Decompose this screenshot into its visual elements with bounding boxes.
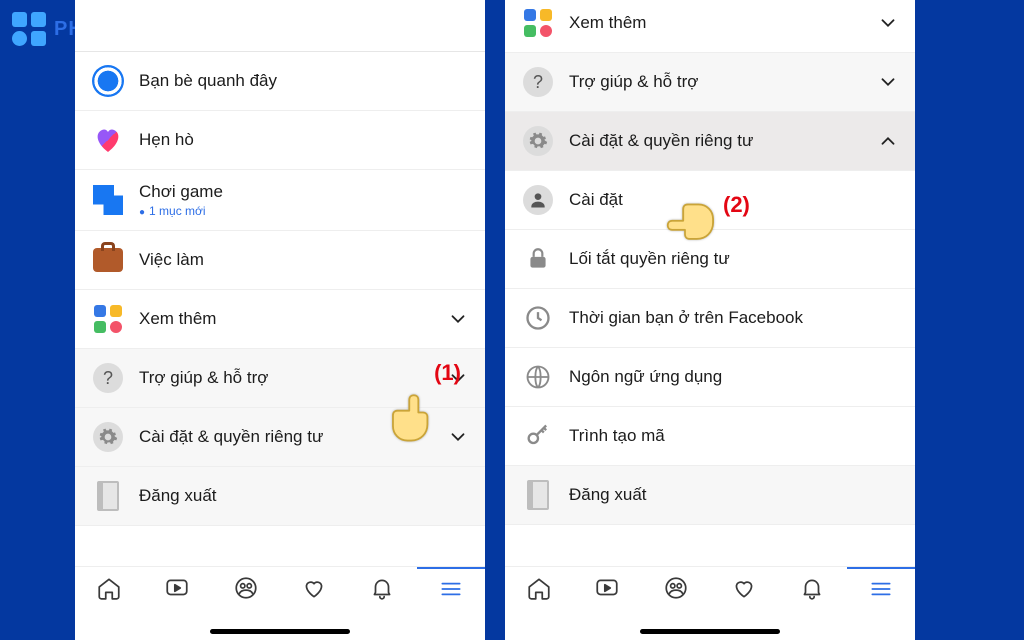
door-icon bbox=[521, 478, 555, 512]
menu-label: Trợ giúp & hỗ trợ bbox=[139, 368, 433, 388]
pointer-hand-2-icon bbox=[661, 195, 724, 253]
bottom-nav bbox=[75, 566, 485, 614]
nav-tab-notifications[interactable] bbox=[348, 567, 416, 614]
menu-item-see-more[interactable]: Xem thêm bbox=[75, 290, 485, 349]
game-icon bbox=[91, 183, 125, 217]
nav-tab-menu[interactable] bbox=[847, 567, 915, 614]
gear-icon bbox=[91, 420, 125, 454]
menu-label: Hẹn hò bbox=[139, 130, 469, 150]
nav-tab-watch[interactable] bbox=[143, 567, 211, 614]
nav-tab-dating[interactable] bbox=[280, 567, 348, 614]
briefcase-icon bbox=[91, 243, 125, 277]
menu-icon bbox=[438, 576, 464, 607]
menu-label: Đăng xuất bbox=[139, 486, 469, 506]
callout-1: (1) bbox=[434, 360, 461, 386]
groups-icon bbox=[233, 575, 259, 606]
nav-tab-notifications[interactable] bbox=[778, 567, 846, 614]
menu-item-app-language[interactable]: Ngôn ngữ ứng dụng bbox=[505, 348, 915, 407]
menu-label: Xem thêm bbox=[569, 13, 863, 33]
bottom-nav bbox=[505, 566, 915, 614]
menu-item-friends-nearby[interactable]: Bạn bè quanh đây bbox=[75, 52, 485, 111]
person-icon bbox=[521, 183, 555, 217]
menu-label: Ngôn ngữ ứng dụng bbox=[569, 367, 899, 387]
chevron-down-icon bbox=[877, 12, 899, 34]
globe-icon bbox=[521, 360, 555, 394]
nav-tab-watch[interactable] bbox=[573, 567, 641, 614]
chevron-down-icon bbox=[447, 308, 469, 330]
home-icon bbox=[526, 575, 552, 606]
panel-top-crop bbox=[75, 0, 485, 52]
menu-item-settings-privacy[interactable]: Cài đặt & quyền riêng tư bbox=[505, 112, 915, 171]
menu-label: Lối tắt quyền riêng tư bbox=[569, 249, 899, 269]
menu-label: Cài đặt & quyền riêng tư bbox=[569, 131, 863, 151]
menu-sublabel: 1 mục mới bbox=[139, 204, 469, 218]
groups-icon bbox=[663, 575, 689, 606]
notifications-icon bbox=[369, 575, 395, 606]
door-icon bbox=[91, 479, 125, 513]
gear-icon bbox=[521, 124, 555, 158]
menu-label: Trình tạo mã bbox=[569, 426, 899, 446]
menu-label: Xem thêm bbox=[139, 309, 433, 329]
menu-item-logout[interactable]: Đăng xuất bbox=[505, 466, 915, 525]
callout-2: (2) bbox=[723, 192, 750, 218]
menu-item-logout[interactable]: Đăng xuất bbox=[75, 467, 485, 526]
friends-icon bbox=[91, 64, 125, 98]
nav-tab-menu[interactable] bbox=[417, 567, 485, 614]
facebook-menu-panel-left: Bạn bè quanh đây Hẹn hò Chơi game 1 mục … bbox=[75, 0, 485, 640]
dating-icon bbox=[301, 575, 327, 606]
menu-item-gaming[interactable]: Chơi game 1 mục mới bbox=[75, 170, 485, 231]
tiles-icon bbox=[91, 302, 125, 336]
menu-label: Việc làm bbox=[139, 250, 469, 270]
menu-icon bbox=[868, 576, 894, 607]
question-icon: ? bbox=[91, 361, 125, 395]
menu-item-help[interactable]: ? Trợ giúp & hỗ trợ bbox=[505, 53, 915, 112]
nav-tab-groups[interactable] bbox=[212, 567, 280, 614]
nav-tab-home[interactable] bbox=[75, 567, 143, 614]
chevron-down-icon bbox=[877, 71, 899, 93]
watch-icon bbox=[594, 575, 620, 606]
menu-item-your-time[interactable]: Thời gian bạn ở trên Facebook bbox=[505, 289, 915, 348]
home-indicator bbox=[210, 629, 350, 634]
nav-tab-home[interactable] bbox=[505, 567, 573, 614]
menu-item-jobs[interactable]: Việc làm bbox=[75, 231, 485, 290]
heart-icon bbox=[91, 123, 125, 157]
nav-tab-dating[interactable] bbox=[710, 567, 778, 614]
notifications-icon bbox=[799, 575, 825, 606]
watch-icon bbox=[164, 575, 190, 606]
menu-item-see-more[interactable]: Xem thêm bbox=[505, 0, 915, 53]
menu-label: Thời gian bạn ở trên Facebook bbox=[569, 308, 899, 328]
tiles-icon bbox=[521, 6, 555, 40]
menu-item-dating[interactable]: Hẹn hò bbox=[75, 111, 485, 170]
question-icon: ? bbox=[521, 65, 555, 99]
dating-icon bbox=[731, 575, 757, 606]
clock-icon bbox=[521, 301, 555, 335]
facebook-menu-panel-right: Xem thêm ? Trợ giúp & hỗ trợ Cài đặt & q… bbox=[505, 0, 915, 640]
chevron-up-icon bbox=[877, 130, 899, 152]
menu-label: Bạn bè quanh đây bbox=[139, 71, 469, 91]
nav-tab-groups[interactable] bbox=[642, 567, 710, 614]
key-icon bbox=[521, 419, 555, 453]
menu-label: Trợ giúp & hỗ trợ bbox=[569, 72, 863, 92]
menu-item-code-gen[interactable]: Trình tạo mã bbox=[505, 407, 915, 466]
logo-mark-icon bbox=[12, 12, 46, 46]
chevron-down-icon bbox=[447, 426, 469, 448]
menu-label: Chơi game bbox=[139, 182, 469, 202]
pointer-hand-1-icon bbox=[383, 388, 441, 451]
home-indicator bbox=[640, 629, 780, 634]
lock-icon bbox=[521, 242, 555, 276]
home-icon bbox=[96, 575, 122, 606]
menu-label: Đăng xuất bbox=[569, 485, 899, 505]
